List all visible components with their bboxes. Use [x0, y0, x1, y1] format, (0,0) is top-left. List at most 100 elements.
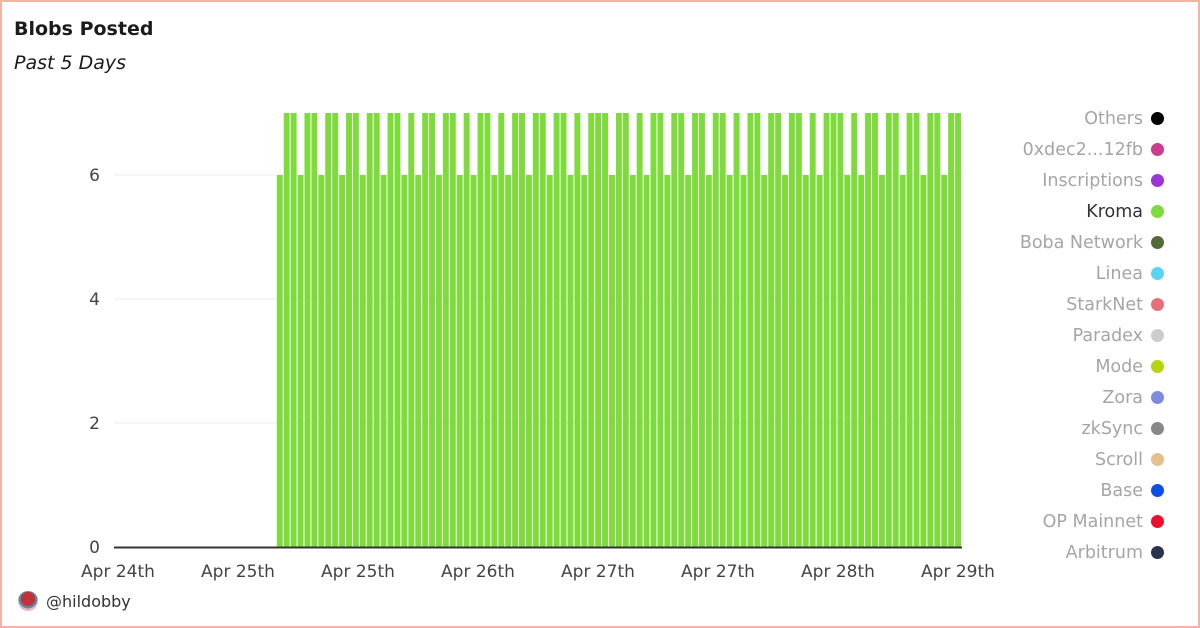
y-tick-label: 2	[89, 414, 100, 434]
legend-item[interactable]: Base	[1100, 475, 1164, 506]
legend-item[interactable]: Inscriptions	[1042, 165, 1164, 196]
legend-item[interactable]: Boba Network	[1020, 227, 1164, 258]
x-axis-ticks: Apr 24th Apr 25th Apr 25th Apr 26th Apr 27th…	[81, 562, 995, 582]
bar	[955, 113, 961, 547]
legend-item[interactable]: Zora	[1102, 382, 1164, 413]
x-tick-label: Apr 25th	[201, 562, 275, 582]
legend-item[interactable]: Kroma	[1086, 196, 1164, 227]
bar	[692, 113, 698, 547]
avatar-icon	[18, 591, 38, 611]
bar	[539, 113, 546, 547]
legend-item[interactable]: Linea	[1096, 258, 1164, 289]
bar	[387, 113, 394, 547]
legend-item[interactable]: 0xdec2...12fb	[1023, 134, 1164, 165]
legend-color-dot-icon	[1151, 546, 1164, 559]
bar	[484, 113, 491, 547]
bar	[747, 113, 754, 547]
bar	[352, 113, 359, 547]
bar	[851, 113, 858, 547]
bar	[574, 113, 581, 547]
bar	[436, 175, 442, 547]
bar	[366, 113, 373, 547]
bar	[671, 113, 678, 547]
bar	[775, 113, 782, 547]
bar	[913, 113, 920, 547]
x-tick-label: Apr 25th	[321, 562, 395, 582]
bar	[878, 175, 885, 547]
legend-item[interactable]: Others	[1084, 103, 1164, 134]
author-handle[interactable]: @hildobby	[46, 592, 131, 611]
legend-item[interactable]: zkSync	[1082, 413, 1164, 444]
bar	[477, 113, 484, 547]
bars	[276, 113, 961, 547]
bar	[394, 113, 401, 547]
legend-item[interactable]: StarkNet	[1066, 289, 1164, 320]
bar	[885, 113, 892, 547]
legend-item[interactable]: Paradex	[1073, 320, 1164, 351]
bar	[761, 175, 768, 547]
bar	[699, 113, 705, 547]
bar	[837, 113, 844, 547]
bar	[512, 113, 519, 547]
bar	[532, 113, 539, 547]
bar	[498, 113, 505, 547]
y-tick-label: 0	[89, 538, 100, 558]
bar-chart: 0246 Apr 24th Apr 25th Apr 25th Apr 26th Apr…	[81, 113, 995, 582]
bar	[401, 175, 408, 547]
bar	[456, 175, 463, 547]
x-tick-label: Apr 28th	[801, 562, 875, 582]
bar	[906, 113, 913, 547]
bar	[802, 175, 809, 547]
bar	[719, 113, 726, 547]
bar	[795, 113, 802, 547]
bar	[290, 113, 297, 547]
bar	[346, 113, 352, 547]
legend-item[interactable]: Arbitrum	[1066, 537, 1164, 568]
bar	[941, 175, 948, 547]
bar	[311, 113, 318, 547]
bar	[463, 113, 470, 547]
bar	[505, 175, 512, 547]
x-tick-label: Apr 24th	[81, 562, 155, 582]
chart-card: Blobs Posted Past 5 Days 0246 Apr 24th Ap…	[0, 0, 1200, 628]
legend-color-dot-icon	[1151, 515, 1164, 528]
legend-color-dot-icon	[1151, 174, 1164, 187]
bar	[768, 113, 775, 547]
legend-color-dot-icon	[1151, 267, 1164, 280]
legend-label: Base	[1100, 480, 1143, 501]
bar	[733, 113, 740, 547]
bar	[726, 175, 733, 547]
bar	[892, 113, 899, 547]
bar	[276, 175, 283, 547]
legend-item[interactable]: Mode	[1095, 351, 1164, 382]
legend-color-dot-icon	[1151, 360, 1164, 373]
bar	[809, 113, 816, 547]
bar	[297, 175, 304, 547]
bar	[782, 175, 788, 547]
bar	[816, 175, 823, 547]
x-tick-label: Apr 27th	[681, 562, 755, 582]
legend-label: Zora	[1102, 387, 1143, 408]
legend-color-dot-icon	[1151, 236, 1164, 249]
legend-color-dot-icon	[1151, 484, 1164, 497]
bar	[422, 113, 429, 547]
bar	[788, 113, 795, 547]
legend-color-dot-icon	[1151, 453, 1164, 466]
bar	[712, 113, 719, 547]
bar	[442, 113, 449, 547]
bar	[685, 175, 692, 547]
legend-color-dot-icon	[1151, 298, 1164, 311]
legend-item[interactable]: OP Mainnet	[1043, 506, 1164, 537]
bar	[318, 175, 325, 547]
legend-item[interactable]: Scroll	[1095, 444, 1164, 475]
bar	[872, 113, 878, 547]
bar	[948, 113, 955, 547]
bar	[359, 175, 366, 547]
legend-label: Mode	[1095, 356, 1143, 377]
legend: Others 0xdec2...12fb Inscriptions Kroma Boba…	[1020, 103, 1164, 568]
bar	[920, 175, 927, 547]
bar	[865, 113, 872, 547]
legend-label: Arbitrum	[1065, 542, 1143, 563]
bar	[754, 113, 761, 547]
bar	[844, 175, 851, 547]
